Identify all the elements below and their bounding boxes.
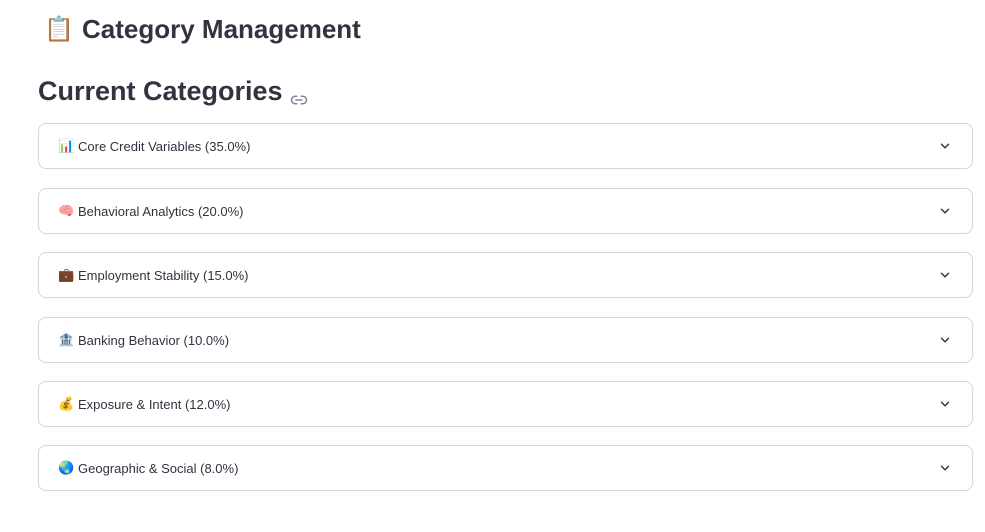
chevron-down-icon[interactable] bbox=[938, 461, 952, 475]
chevron-down-icon[interactable] bbox=[938, 268, 952, 282]
expander-label: Geographic & Social (8.0%) bbox=[78, 460, 239, 476]
expander-header[interactable]: 📊 Core Credit Variables (35.0%) bbox=[39, 124, 972, 168]
expander-label: Banking Behavior (10.0%) bbox=[78, 332, 230, 348]
money-bag-icon: 💰 bbox=[58, 396, 75, 412]
expander-label: Behavioral Analytics (20.0%) bbox=[78, 203, 244, 219]
globe-icon: 🌏 bbox=[58, 460, 75, 476]
page-title: 📋 Category Management bbox=[44, 11, 361, 47]
expander-header[interactable]: 🌏 Geographic & Social (8.0%) bbox=[39, 446, 972, 490]
section-heading-text: Current Categories bbox=[38, 75, 283, 106]
page: 📋 Category Management Current Categories… bbox=[0, 0, 985, 532]
clipboard-icon: 📋 bbox=[44, 15, 74, 43]
expander-label: Employment Stability (15.0%) bbox=[78, 267, 249, 283]
expander-header[interactable]: 💰 Exposure & Intent (12.0%) bbox=[39, 382, 972, 426]
chevron-down-icon[interactable] bbox=[938, 397, 952, 411]
category-expander-banking[interactable]: 🏦 Banking Behavior (10.0%) bbox=[38, 317, 973, 363]
expander-header[interactable]: 💼 Employment Stability (15.0%) bbox=[39, 253, 972, 297]
link-icon[interactable] bbox=[290, 85, 308, 105]
briefcase-icon: 💼 bbox=[58, 267, 75, 283]
category-expander-behavioral[interactable]: 🧠 Behavioral Analytics (20.0%) bbox=[38, 188, 973, 234]
chevron-down-icon[interactable] bbox=[938, 204, 952, 218]
chevron-down-icon[interactable] bbox=[938, 139, 952, 153]
category-expander-employment[interactable]: 💼 Employment Stability (15.0%) bbox=[38, 252, 973, 298]
chevron-down-icon[interactable] bbox=[938, 333, 952, 347]
expander-label: Exposure & Intent (12.0%) bbox=[78, 396, 231, 412]
page-title-text: Category Management bbox=[82, 13, 361, 44]
bank-icon: 🏦 bbox=[58, 332, 75, 348]
bar-chart-icon: 📊 bbox=[58, 138, 75, 154]
expander-label: Core Credit Variables (35.0%) bbox=[78, 138, 251, 154]
category-expander-core-credit[interactable]: 📊 Core Credit Variables (35.0%) bbox=[38, 123, 973, 169]
expander-header[interactable]: 🧠 Behavioral Analytics (20.0%) bbox=[39, 189, 972, 233]
category-expander-geographic[interactable]: 🌏 Geographic & Social (8.0%) bbox=[38, 445, 973, 491]
brain-icon: 🧠 bbox=[58, 203, 75, 219]
expander-header[interactable]: 🏦 Banking Behavior (10.0%) bbox=[39, 318, 972, 362]
category-expander-exposure[interactable]: 💰 Exposure & Intent (12.0%) bbox=[38, 381, 973, 427]
section-heading: Current Categories bbox=[38, 73, 308, 109]
